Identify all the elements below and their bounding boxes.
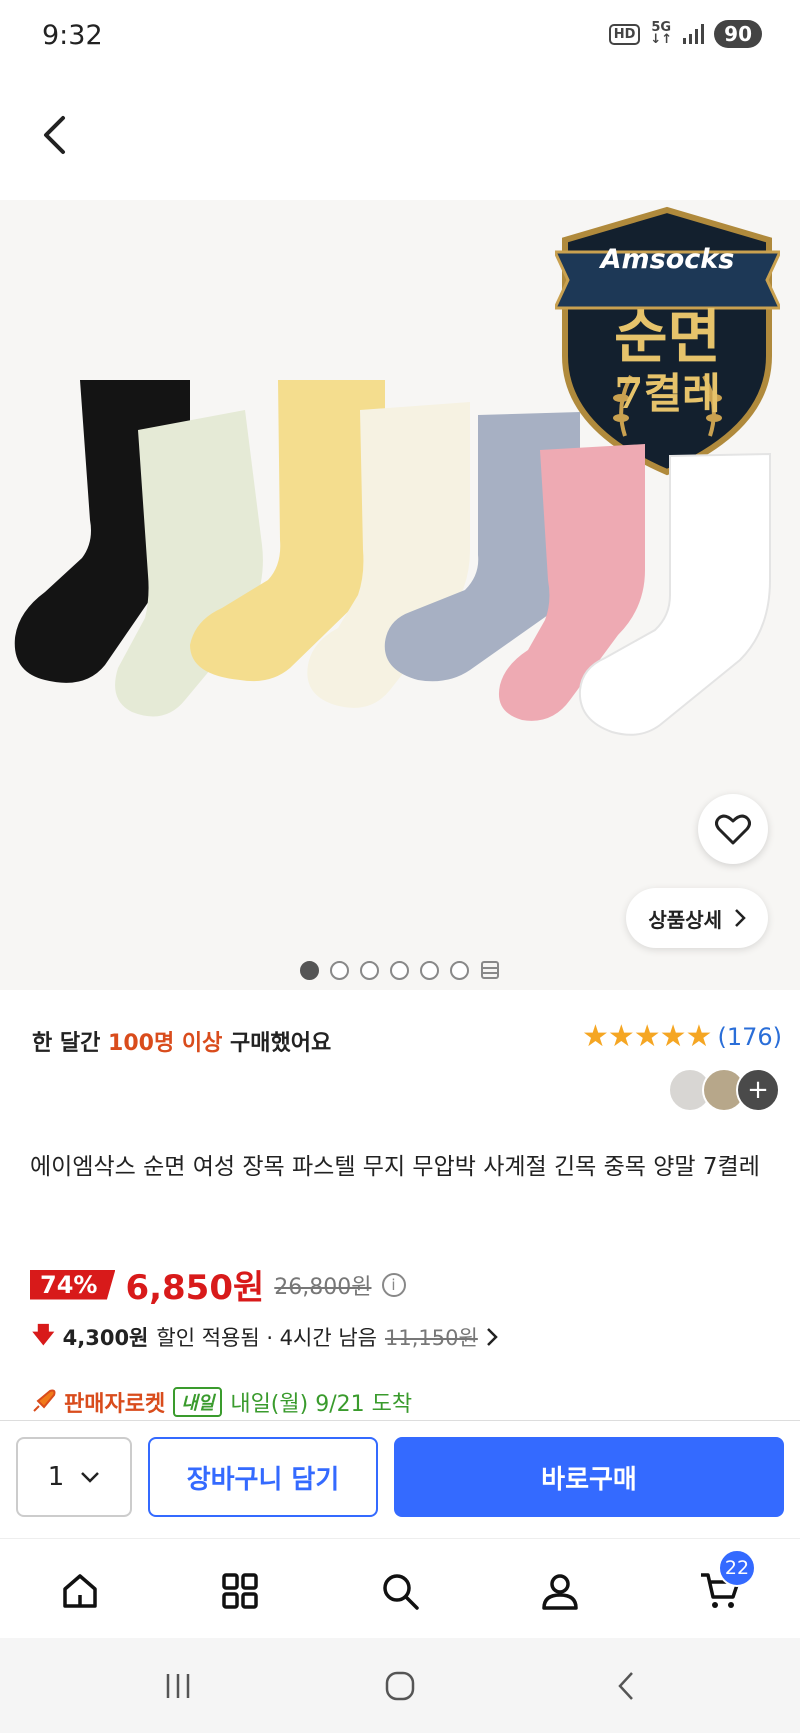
plus-icon: + <box>736 1068 780 1112</box>
back-button[interactable] <box>30 105 78 165</box>
status-icons: HD 5G ↓↑ 90 <box>608 20 762 48</box>
grid-view-icon[interactable] <box>480 960 500 980</box>
review-photo-thumbs[interactable]: + <box>668 1068 780 1112</box>
nav-my-page[interactable] <box>530 1563 590 1619</box>
rating-link[interactable]: ★★★★★ (176) <box>582 1022 782 1052</box>
signal-icon <box>683 24 705 44</box>
sale-price: 6,850원 <box>125 1268 265 1308</box>
product-detail-label: 상품상세 <box>648 907 722 932</box>
original-price: 26,800원 <box>274 1274 372 1300</box>
category-grid-icon <box>222 1573 258 1609</box>
rocket-icon <box>33 1389 56 1412</box>
network-icon: 5G ↓↑ <box>650 20 673 47</box>
chevron-right-icon <box>486 1328 498 1346</box>
bottom-navigation: 22 <box>0 1538 800 1638</box>
carousel-pagination <box>0 958 800 982</box>
carousel-dot[interactable] <box>330 960 349 980</box>
system-back-button[interactable] <box>596 1664 656 1708</box>
nav-search[interactable] <box>370 1563 430 1619</box>
star-rating-icon: ★★★★★ <box>581 1019 712 1054</box>
rocket-delivery-label: 판매자로켓 <box>64 1392 166 1417</box>
buy-now-button[interactable]: 바로구매 <box>394 1437 784 1517</box>
sales-highlight: 100명 이상 <box>108 1031 223 1056</box>
purchase-action-bar: 1 장바구니 담기 바로구매 <box>0 1420 800 1538</box>
home-circle-icon <box>385 1671 415 1701</box>
carousel-dot[interactable] <box>300 960 319 980</box>
carousel-dot[interactable] <box>360 960 379 980</box>
status-bar: 9:32 HD 5G ↓↑ 90 <box>0 0 800 74</box>
info-icon[interactable]: i <box>381 1272 406 1297</box>
status-time: 9:32 <box>42 20 103 51</box>
coupon-discount-row[interactable]: 🡇 4,300원 할인 적용됨 · 4시간 남음 11,150원 <box>32 1318 498 1356</box>
delivery-info: 판매자로켓 내일 내일(월) 9/21 도착 <box>30 1386 412 1418</box>
carousel-dot[interactable] <box>450 960 469 980</box>
nav-cart[interactable]: 22 <box>690 1549 756 1619</box>
search-icon <box>383 1574 419 1610</box>
home-button[interactable] <box>370 1664 430 1708</box>
arrival-date: 내일(월) 9/21 도착 <box>230 1392 413 1417</box>
arrow-down-icon: 🡇 <box>32 1323 55 1348</box>
coupon-amount: 4,300원 <box>62 1326 149 1350</box>
heart-icon <box>715 814 751 845</box>
sales-suffix: 구매했어요 <box>222 1031 332 1056</box>
carousel-dot[interactable] <box>420 960 439 980</box>
socks-illustration <box>14 380 771 736</box>
sales-prefix: 한 달간 <box>32 1031 109 1056</box>
back-arrow-icon <box>618 1672 633 1700</box>
quantity-value: 1 <box>47 1462 65 1492</box>
nav-home[interactable] <box>50 1563 110 1619</box>
wishlist-button[interactable] <box>698 794 768 864</box>
review-count: (176) <box>717 1023 782 1051</box>
tomorrow-badge: 내일 <box>173 1387 223 1417</box>
add-to-cart-button[interactable]: 장바구니 담기 <box>148 1437 378 1517</box>
recent-apps-button[interactable] <box>148 1664 208 1708</box>
nav-categories[interactable] <box>210 1563 270 1619</box>
coupon-text: 할인 적용됨 · 4시간 남음 <box>156 1326 377 1350</box>
sales-summary: 한 달간 100명 이상 구매했어요 <box>32 1025 331 1057</box>
recent-apps-icon <box>166 1674 190 1698</box>
chevron-left-icon <box>44 116 65 154</box>
quantity-select[interactable]: 1 <box>16 1437 132 1517</box>
home-icon <box>63 1574 97 1608</box>
chevron-right-icon <box>735 909 746 927</box>
coupon-before-price: 11,150원 <box>385 1326 478 1350</box>
hd-icon: HD <box>608 23 641 45</box>
network-label: 5G <box>651 20 672 35</box>
badge-brand-text: Amsocks <box>600 244 735 275</box>
product-detail-button[interactable]: 상품상세 <box>626 888 768 948</box>
product-image-carousel[interactable]: Amsocks 순면 7켤레 상품상세 <box>0 200 800 990</box>
discount-badge: 74% <box>30 1269 116 1300</box>
cart-count-badge: 22 <box>718 1549 756 1587</box>
battery-badge: 90 <box>714 20 762 48</box>
carousel-dot[interactable] <box>390 960 409 980</box>
user-icon <box>542 1574 578 1610</box>
product-title: 에이엠삭스 순면 여성 장목 파스텔 무지 무압박 사계절 긴목 중목 양말 7… <box>30 1154 760 1180</box>
price-row: 74% 6,850원 26,800원 i <box>30 1260 406 1309</box>
chevron-down-icon <box>81 1472 100 1483</box>
system-navigation-bar <box>0 1638 800 1733</box>
